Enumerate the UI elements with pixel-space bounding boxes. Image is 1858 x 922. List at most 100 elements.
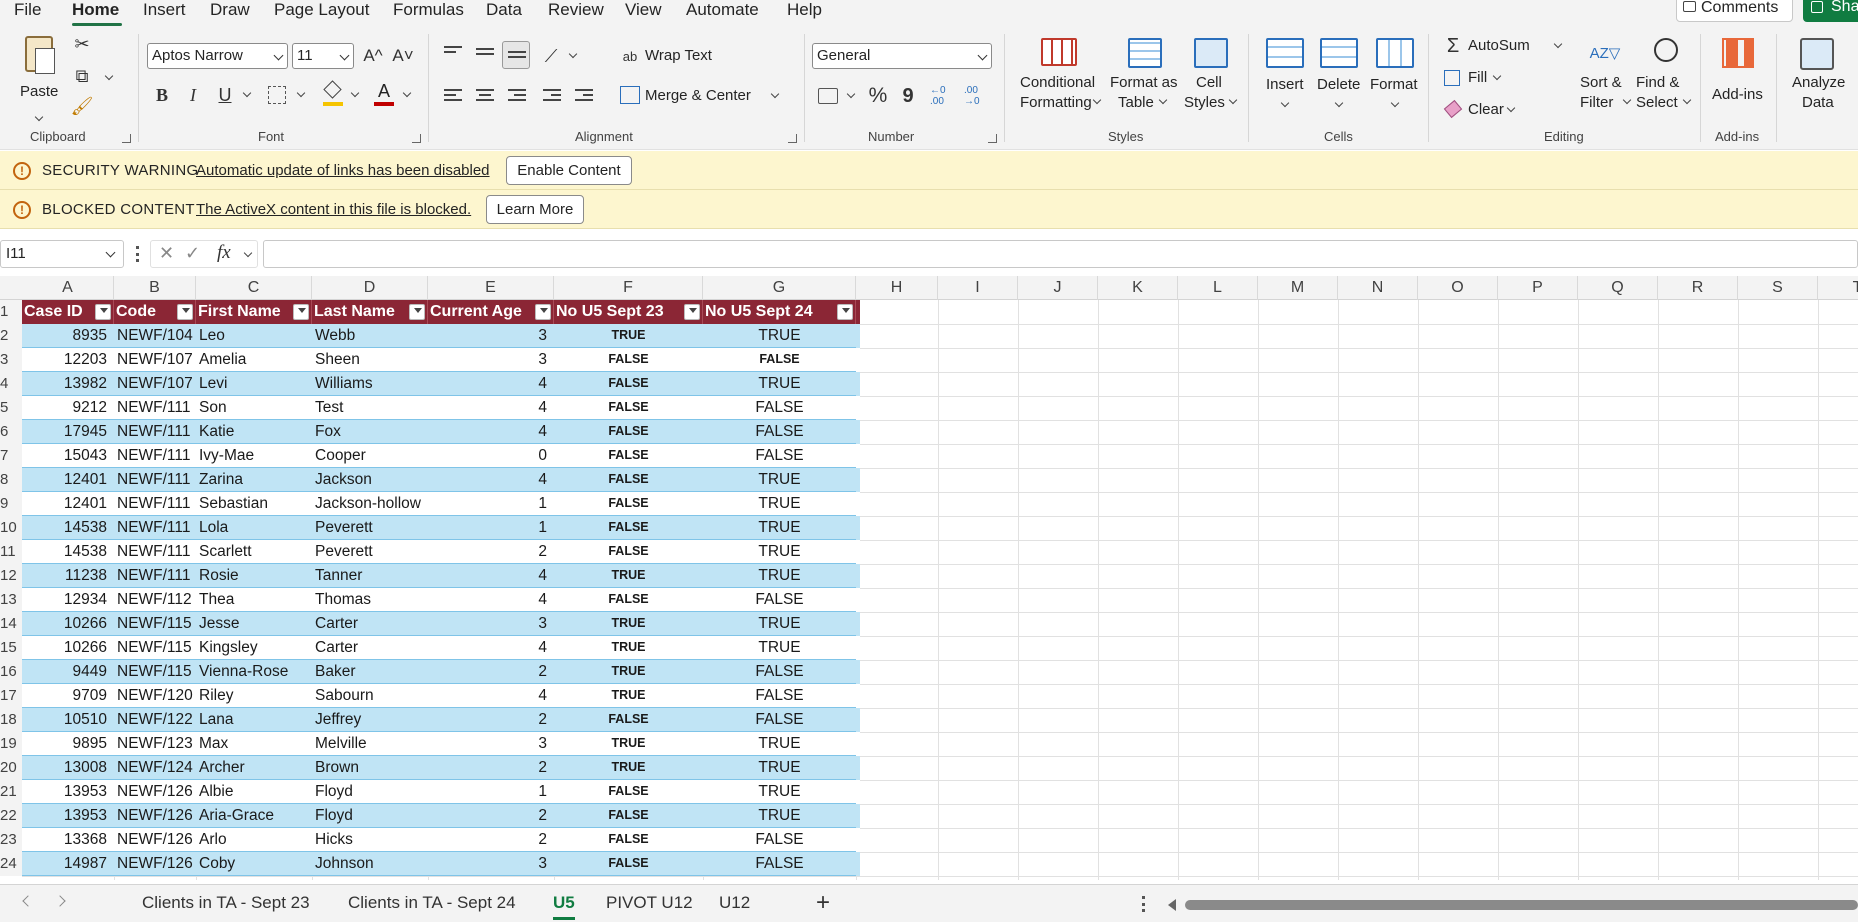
table-cell[interactable]: 3 — [428, 324, 554, 348]
accounting-dropdown-icon[interactable] — [846, 89, 856, 99]
table-cell[interactable]: Hicks — [312, 828, 428, 852]
tab-review[interactable]: Review — [548, 0, 604, 20]
copy-dropdown-icon[interactable] — [104, 71, 114, 81]
more-options-icon[interactable] — [136, 246, 140, 262]
row-header[interactable]: 17 — [0, 684, 22, 708]
table-cell[interactable]: TRUE — [703, 804, 856, 828]
conditional-formatting-button[interactable]: Conditional Formatting — [1016, 34, 1106, 124]
tab-insert[interactable]: Insert — [143, 0, 186, 20]
table-cell[interactable]: NEWF/111 — [114, 444, 196, 468]
table-cell[interactable]: NEWF/126 — [114, 828, 196, 852]
table-cell[interactable]: 2 — [428, 828, 554, 852]
table-cell[interactable]: 2 — [428, 540, 554, 564]
table-cell[interactable]: Floyd — [312, 804, 428, 828]
row-header[interactable]: 10 — [0, 516, 22, 540]
sheet-tab-u12[interactable]: U12 — [719, 893, 750, 913]
cancel-formula-icon[interactable]: ✕ — [159, 243, 174, 264]
tab-formulas[interactable]: Formulas — [393, 0, 464, 20]
column-header-e[interactable]: E — [428, 276, 554, 300]
table-cell[interactable]: TRUE — [554, 612, 703, 636]
row-header[interactable]: 21 — [0, 780, 22, 804]
select-all-corner[interactable] — [0, 276, 22, 300]
table-cell[interactable]: Peverett — [312, 516, 428, 540]
table-cell[interactable]: 14987 — [22, 852, 114, 876]
table-cell[interactable]: Peverett — [312, 540, 428, 564]
table-cell[interactable]: TRUE — [703, 780, 856, 804]
tab-page-layout[interactable]: Page Layout — [274, 0, 369, 20]
row-header[interactable]: 7 — [0, 444, 22, 468]
table-cell[interactable]: TRUE — [554, 756, 703, 780]
font-color-icon[interactable]: A — [374, 81, 394, 107]
table-cell[interactable]: 9449 — [22, 660, 114, 684]
table-cell[interactable]: Jackson — [312, 468, 428, 492]
sheet-tab-clients-sept-23[interactable]: Clients in TA - Sept 23 — [142, 893, 310, 913]
table-cell[interactable]: TRUE — [703, 732, 856, 756]
filter-dropdown-icon[interactable] — [684, 304, 700, 320]
table-cell[interactable]: FALSE — [554, 708, 703, 732]
tab-automate[interactable]: Automate — [686, 0, 759, 20]
table-cell[interactable]: FALSE — [554, 804, 703, 828]
table-cell[interactable]: Riley — [196, 684, 312, 708]
column-header-b[interactable]: B — [114, 276, 196, 300]
table-cell[interactable]: TRUE — [703, 324, 856, 348]
table-cell[interactable]: FALSE — [554, 540, 703, 564]
increase-decimal-button[interactable]: ←0 .00 — [930, 84, 960, 108]
table-cell[interactable]: 11238 — [22, 564, 114, 588]
row-header[interactable]: 20 — [0, 756, 22, 780]
table-cell[interactable]: TRUE — [703, 756, 856, 780]
cell-styles-button[interactable]: Cell Styles — [1180, 34, 1246, 124]
sheet-tab-clients-sept-24[interactable]: Clients in TA - Sept 24 — [348, 893, 516, 913]
table-cell[interactable]: TRUE — [703, 636, 856, 660]
table-cell[interactable]: Jackson-hollow — [312, 492, 428, 516]
table-cell[interactable]: Cooper — [312, 444, 428, 468]
scroll-left-icon[interactable] — [1168, 899, 1176, 911]
table-cell[interactable]: NEWF/111 — [114, 516, 196, 540]
number-format-combo[interactable]: General — [812, 43, 992, 69]
column-header-l[interactable]: L — [1178, 276, 1258, 300]
filter-dropdown-icon[interactable] — [837, 304, 853, 320]
table-cell[interactable]: FALSE — [554, 588, 703, 612]
bold-button[interactable]: B — [152, 84, 172, 106]
table-cell[interactable]: 13953 — [22, 804, 114, 828]
table-cell[interactable]: Sebastian — [196, 492, 312, 516]
table-cell[interactable]: Coby — [196, 852, 312, 876]
table-cell[interactable]: NEWF/111 — [114, 396, 196, 420]
grow-font-button[interactable]: A^ — [362, 45, 384, 67]
underline-button[interactable]: U — [215, 84, 235, 106]
table-cell[interactable]: Johnson — [312, 852, 428, 876]
activex-blocked-link[interactable]: The ActiveX content in this file is bloc… — [196, 201, 471, 218]
orientation-icon[interactable]: ⟋ — [540, 45, 562, 67]
table-cell[interactable]: 4 — [428, 396, 554, 420]
column-header-a[interactable]: A — [22, 276, 114, 300]
column-header-m[interactable]: M — [1258, 276, 1338, 300]
column-header-c[interactable]: C — [196, 276, 312, 300]
percent-style-button[interactable]: % — [866, 84, 890, 108]
column-header-s[interactable]: S — [1738, 276, 1818, 300]
table-cell[interactable]: Levi — [196, 372, 312, 396]
table-cell[interactable]: 4 — [428, 588, 554, 612]
table-cell[interactable]: 13953 — [22, 780, 114, 804]
table-cell[interactable]: FALSE — [703, 396, 856, 420]
table-cell[interactable]: Vienna-Rose — [196, 660, 312, 684]
column-header-r[interactable]: R — [1658, 276, 1738, 300]
table-cell[interactable]: TRUE — [703, 492, 856, 516]
prev-sheet-icon[interactable] — [22, 895, 34, 907]
row-header[interactable]: 24 — [0, 852, 22, 876]
table-cell[interactable]: Lola — [196, 516, 312, 540]
table-cell[interactable]: Son — [196, 396, 312, 420]
table-cell[interactable]: Archer — [196, 756, 312, 780]
column-header-k[interactable]: K — [1098, 276, 1178, 300]
font-size-combo[interactable]: 11 — [292, 43, 354, 69]
table-cell[interactable]: Tanner — [312, 564, 428, 588]
table-cell[interactable]: FALSE — [703, 444, 856, 468]
table-cell[interactable]: FALSE — [554, 372, 703, 396]
table-cell[interactable]: NEWF/111 — [114, 540, 196, 564]
table-cell[interactable]: NEWF/124 — [114, 756, 196, 780]
table-cell[interactable]: FALSE — [554, 444, 703, 468]
autosum-button[interactable]: Σ AutoSum — [1444, 35, 1564, 58]
table-cell[interactable]: 4 — [428, 468, 554, 492]
table-cell[interactable]: TRUE — [554, 684, 703, 708]
table-cell[interactable]: Kingsley — [196, 636, 312, 660]
table-cell[interactable]: 3 — [428, 612, 554, 636]
table-cell[interactable]: 2 — [428, 804, 554, 828]
